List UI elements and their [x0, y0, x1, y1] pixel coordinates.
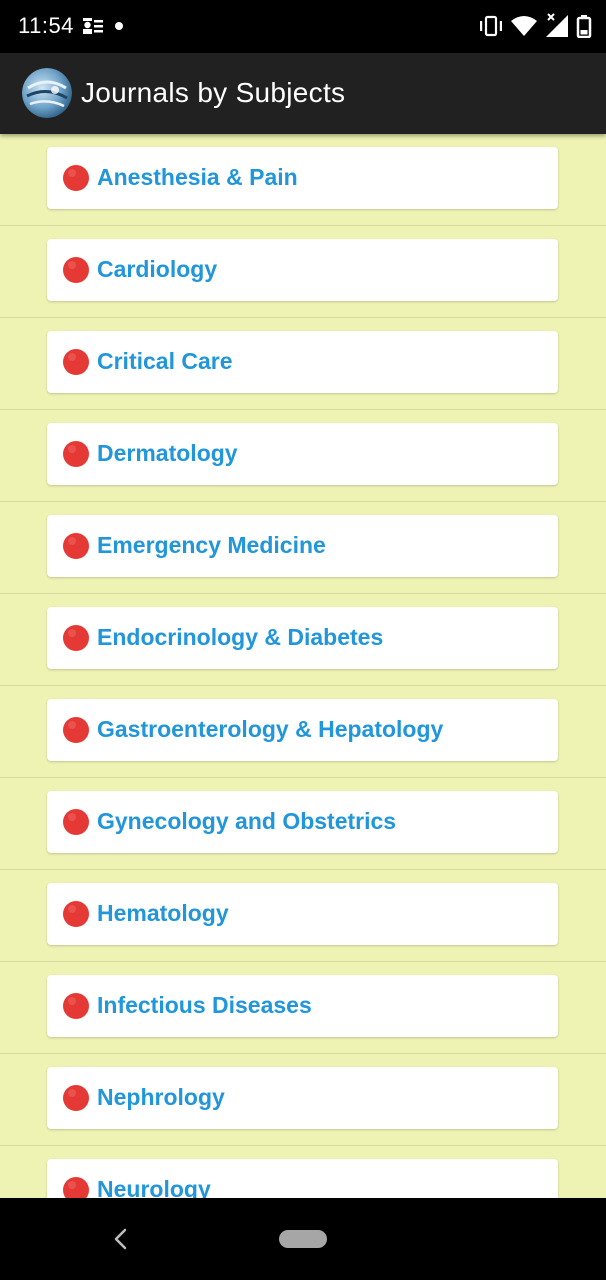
contact-card-icon [83, 18, 103, 34]
red-dot-icon [63, 257, 89, 283]
list-item: Hematology [0, 870, 606, 962]
subject-card-cardiology[interactable]: Cardiology [47, 239, 558, 301]
subject-label: Emergency Medicine [97, 532, 326, 558]
subject-label: Neurology [97, 1176, 211, 1198]
subject-label: Anesthesia & Pain [97, 164, 298, 190]
status-right-icons [478, 13, 592, 39]
red-dot-icon [63, 901, 89, 927]
subject-card-gastroenterology-hepatology[interactable]: Gastroenterology & Hepatology [47, 699, 558, 761]
red-dot-icon [63, 1085, 89, 1111]
subject-card-dermatology[interactable]: Dermatology [47, 423, 558, 485]
list-item: Nephrology [0, 1054, 606, 1146]
notification-dot-icon [115, 22, 123, 30]
subject-card-anesthesia-pain[interactable]: Anesthesia & Pain [47, 147, 558, 209]
subject-label: Dermatology [97, 440, 238, 466]
battery-icon [576, 15, 592, 38]
navigation-bar [0, 1198, 606, 1280]
home-pill-icon[interactable] [279, 1230, 327, 1248]
list-item: Emergency Medicine [0, 502, 606, 594]
subject-label: Hematology [97, 900, 229, 926]
subject-card-gynecology-obstetrics[interactable]: Gynecology and Obstetrics [47, 791, 558, 853]
subject-card-nephrology[interactable]: Nephrology [47, 1067, 558, 1129]
subject-label: Nephrology [97, 1084, 225, 1110]
list-item: Anesthesia & Pain [0, 134, 606, 226]
red-dot-icon [63, 625, 89, 651]
wifi-icon [511, 16, 537, 36]
subject-label: Gastroenterology & Hepatology [97, 716, 444, 742]
subject-card-endocrinology-diabetes[interactable]: Endocrinology & Diabetes [47, 607, 558, 669]
red-dot-icon [63, 1177, 89, 1198]
status-time: 11:54 [18, 13, 74, 38]
red-dot-icon [63, 717, 89, 743]
back-chevron-icon[interactable] [108, 1226, 134, 1252]
list-item: Gastroenterology & Hepatology [0, 686, 606, 778]
list-item: Critical Care [0, 318, 606, 410]
subject-card-neurology[interactable]: Neurology [47, 1159, 558, 1198]
red-dot-icon [63, 349, 89, 375]
subject-card-critical-care[interactable]: Critical Care [47, 331, 558, 393]
subject-label: Critical Care [97, 348, 233, 374]
list-item: Neurology [0, 1146, 606, 1198]
subject-card-hematology[interactable]: Hematology [47, 883, 558, 945]
red-dot-icon [63, 165, 89, 191]
subject-label: Cardiology [97, 256, 218, 282]
red-dot-icon [63, 533, 89, 559]
list-item: Endocrinology & Diabetes [0, 594, 606, 686]
list-item: Cardiology [0, 226, 606, 318]
red-dot-icon [63, 993, 89, 1019]
status-bar: 11:54 [0, 0, 606, 53]
subject-card-infectious-diseases[interactable]: Infectious Diseases [47, 975, 558, 1037]
red-dot-icon [63, 441, 89, 467]
subject-label: Endocrinology & Diabetes [97, 624, 384, 650]
subject-list[interactable]: Anesthesia & Pain Cardiology Critical Ca… [0, 134, 606, 1198]
status-left-icons [82, 16, 124, 36]
list-item: Gynecology and Obstetrics [0, 778, 606, 870]
app-logo-icon [22, 68, 72, 118]
subject-label: Infectious Diseases [97, 992, 312, 1018]
subject-label: Gynecology and Obstetrics [97, 808, 397, 834]
app-title: Journals by Subjects [81, 77, 346, 108]
list-item: Infectious Diseases [0, 962, 606, 1054]
list-item: Dermatology [0, 410, 606, 502]
vibrate-icon [480, 15, 502, 37]
app-bar: Journals by Subjects [0, 53, 606, 134]
red-dot-icon [63, 809, 89, 835]
no-signal-icon [546, 13, 568, 37]
subject-card-emergency-medicine[interactable]: Emergency Medicine [47, 515, 558, 577]
